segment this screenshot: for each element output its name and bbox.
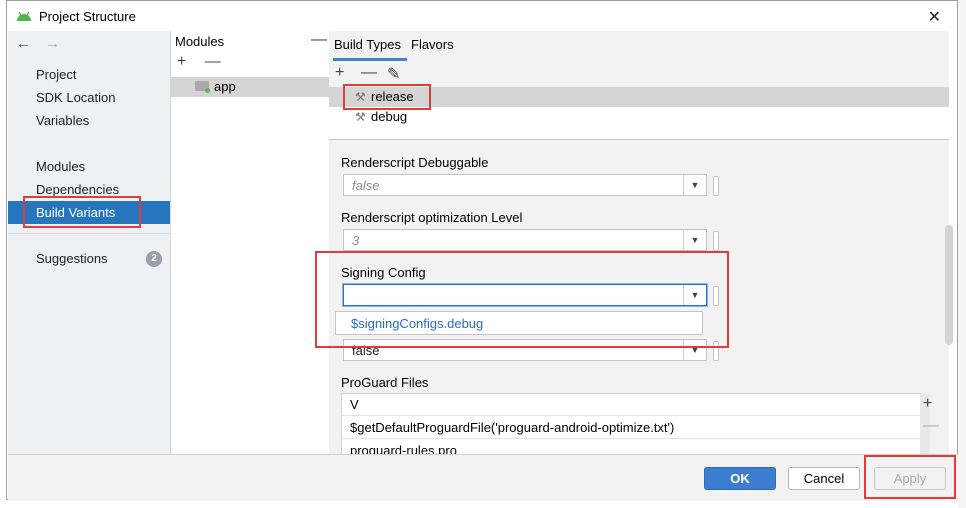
module-item-app[interactable]: app [171,77,329,97]
signing-config-label: Signing Config [341,265,426,280]
ok-button[interactable]: OK [704,467,776,490]
sidebar-item-project[interactable]: Project [8,63,170,86]
modules-panel: Modules — + — app [171,31,330,454]
signing-config-option[interactable]: $signingConfigs.debug [351,316,483,331]
android-icon [17,11,31,21]
modules-header: Modules [175,34,225,49]
remove-build-type-icon[interactable]: — [361,64,377,82]
collapse-icon[interactable]: — [311,31,327,49]
modules-toolbar: + — [177,53,235,71]
sidebar-divider [8,233,170,234]
combo-side-handle[interactable] [713,176,719,196]
proguard-toolbar: + — [923,395,939,435]
proguard-row[interactable]: $getDefaultProguardFile('proguard-androi… [342,417,920,439]
active-tab-indicator [333,58,407,61]
build-type-label: release [371,89,414,104]
build-type-debug[interactable]: ⚒ debug [329,107,949,127]
sidebar-item-modules[interactable]: Modules [8,155,170,178]
sidebar-item-build-variants[interactable]: Build Variants [8,201,170,224]
build-types-toolbar: + — ✎ [329,63,949,85]
renderscript-opt-level-combo[interactable]: 3 ▼ [343,229,707,251]
chevron-down-icon[interactable]: ▼ [683,285,706,305]
module-label: app [214,79,236,94]
combo-value: 3 [352,233,360,248]
chevron-down-icon[interactable]: ▼ [683,175,706,195]
vertical-scrollbar[interactable] [945,225,953,345]
remove-module-icon[interactable]: — [205,53,221,70]
add-build-type-icon[interactable]: + [335,64,344,82]
build-types-pane: Build Types Flavors + — ✎ ⚒ release ⚒ de… [329,31,949,462]
renderscript-debuggable-combo[interactable]: false ▼ [343,174,707,196]
combo-value: false [352,178,380,193]
renderscript-debuggable-label: Renderscript Debuggable [341,155,489,170]
proguard-files-label: ProGuard Files [341,375,429,390]
background-ide [958,0,966,508]
tab-flavors[interactable]: Flavors [411,37,454,52]
tabs: Build Types Flavors [329,31,949,61]
build-type-label: debug [371,109,408,124]
combo-side-handle[interactable] [713,341,719,361]
combo-side-handle[interactable] [713,286,719,306]
build-types-list: ⚒ release ⚒ debug [329,87,949,139]
forward-arrow-icon[interactable]: → [45,35,60,52]
list-divider [329,139,949,140]
module-status-dot-icon [205,88,210,93]
project-structure-dialog: Project Structure ✕ ← → Project SDK Loca… [6,0,958,501]
hammer-icon: ⚒ [355,110,366,124]
sidebar: ← → Project SDK Location Variables Modul… [8,31,171,454]
combo-value: false [352,343,380,358]
add-proguard-icon[interactable]: + [923,395,939,413]
proguard-row[interactable]: V [342,394,920,416]
title-bar: Project Structure ✕ [7,1,957,31]
cancel-button[interactable]: Cancel [788,467,860,490]
chevron-down-icon[interactable]: ▼ [683,230,706,250]
proguard-files-list: V $getDefaultProguardFile('proguard-andr… [341,393,930,462]
sidebar-item-dependencies[interactable]: Dependencies [8,178,170,201]
build-type-release[interactable]: ⚒ release [329,87,949,107]
dialog-footer: OK Cancel Apply [8,454,958,501]
sidebar-item-variables[interactable]: Variables [8,109,170,132]
chevron-down-icon[interactable]: ▼ [683,340,706,360]
window-title: Project Structure [39,9,136,24]
edit-build-type-icon[interactable]: ✎ [387,64,400,84]
signing-config-combo[interactable]: ▼ [343,284,707,306]
tab-build-types[interactable]: Build Types [334,37,401,52]
back-arrow-icon[interactable]: ← [16,35,31,52]
add-module-icon[interactable]: + [177,53,186,70]
sidebar-item-sdk-location[interactable]: SDK Location [8,86,170,109]
hammer-icon: ⚒ [355,90,366,104]
combo-side-handle[interactable] [713,231,719,251]
sidebar-item-suggestions[interactable]: Suggestions 2 [8,247,170,270]
close-icon[interactable]: ✕ [928,7,941,27]
signing-config-dropdown: $signingConfigs.debug [335,311,703,335]
hidden-combo[interactable]: false ▼ [343,339,707,361]
apply-button[interactable]: Apply [874,467,946,490]
suggestions-count-badge: 2 [146,251,162,267]
renderscript-opt-level-label: Renderscript optimization Level [341,210,523,225]
remove-proguard-icon[interactable]: — [923,417,939,435]
sidebar-item-label: Suggestions [36,251,108,266]
nav-arrows: ← → [16,35,70,52]
